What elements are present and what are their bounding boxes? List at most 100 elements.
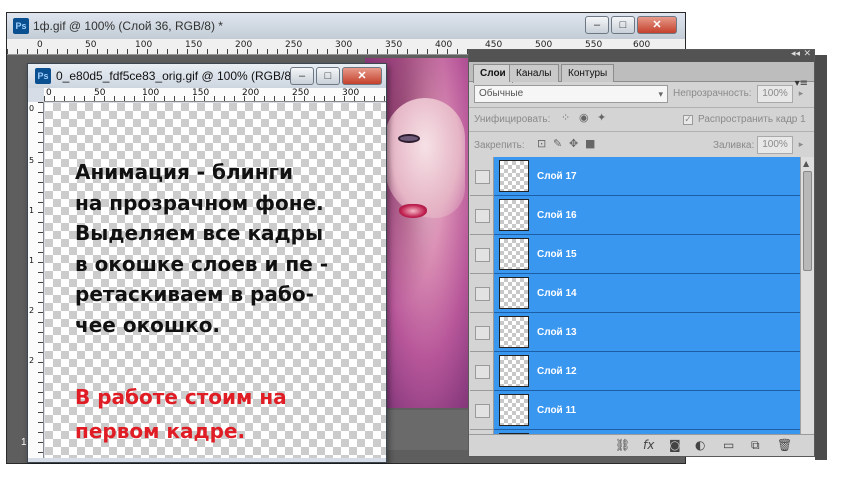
layers-panel-footer: ⛓ fx ◙ ◐ ▭ ⧉ 🗑 <box>469 434 814 456</box>
minimize-button[interactable]: ‒ <box>290 67 314 85</box>
ruler-mark: 0 <box>29 104 35 113</box>
torn-edge-bottom <box>0 464 851 481</box>
layer-row[interactable]: Слой 12 <box>470 352 800 391</box>
maximize-button[interactable]: □ <box>316 67 340 85</box>
torn-edge-right <box>827 40 851 481</box>
layer-row[interactable]: Слой 14 <box>470 274 800 313</box>
layer-row[interactable]: Слой 13 <box>470 313 800 352</box>
tab-layers[interactable]: Слои <box>473 64 513 83</box>
visibility-toggle[interactable] <box>470 196 494 235</box>
layer-thumbnail <box>499 394 529 426</box>
fill-input[interactable]: 100% <box>757 136 793 154</box>
visibility-toggle[interactable] <box>470 391 494 430</box>
lips <box>399 204 427 218</box>
mask-icon[interactable]: ◙ <box>669 438 681 452</box>
new-layer-icon[interactable]: ⧉ <box>751 438 760 453</box>
ruler-mark: 1 <box>29 206 35 215</box>
maximize-button[interactable]: □ <box>611 16 635 34</box>
unify-label: Унифицировать: <box>474 114 551 125</box>
scroll-thumb[interactable] <box>803 171 812 271</box>
annotation-red-line: первом кадре. <box>75 419 246 443</box>
visibility-toggle[interactable] <box>470 352 494 391</box>
background-window-title: 1ф.gif @ 100% (Слой 36, RGB/8) * <box>33 19 223 33</box>
ps-app-icon: Ps <box>13 18 29 34</box>
annotation-line: в окошке слоев и пе - <box>75 251 329 276</box>
fx-icon[interactable]: fx <box>643 438 654 452</box>
trash-icon[interactable]: 🗑 <box>777 438 792 452</box>
layers-panel: ◂◂ ✕ Слои Каналы Контуры ▾≡ Обычные ▾ Не… <box>468 49 815 457</box>
layer-thumbnail <box>499 160 529 192</box>
unify-position-icon[interactable]: ⁘ <box>561 111 570 124</box>
fill-arrow-icon[interactable]: ▸ <box>795 136 807 154</box>
chevron-down-icon: ▾ <box>658 89 663 99</box>
annotation-text: Анимация - блинги на прозрачном фоне. Вы… <box>75 157 375 341</box>
layer-thumbnail <box>499 316 529 348</box>
link-icon[interactable]: ⛓ <box>615 438 630 452</box>
opacity-input[interactable]: 100% <box>757 85 793 103</box>
scroll-up-icon[interactable]: ▲ <box>803 159 809 168</box>
layer-row[interactable]: Слой 11 <box>470 391 800 430</box>
annotation-line: чее окошко. <box>75 312 221 337</box>
background-window-titlebar[interactable]: Ps 1ф.gif @ 100% (Слой 36, RGB/8) * ‒ □ … <box>7 13 685 39</box>
layer-name: Слой 12 <box>537 366 577 377</box>
visibility-toggle[interactable] <box>470 235 494 274</box>
screenshot: Ps 1ф.gif @ 100% (Слой 36, RGB/8) * ‒ □ … <box>0 0 851 481</box>
document-window-controls: ‒ □ ✕ <box>290 67 382 85</box>
minimize-button[interactable]: ‒ <box>585 16 609 34</box>
ruler-vertical: 0 5 1 1 2 2 <box>28 102 44 458</box>
unify-visibility-icon[interactable]: ◉ <box>579 111 589 124</box>
document-titlebar[interactable]: Ps 0_e80d5_fdf5ce83_orig.gif @ 100% (RGB… <box>28 64 386 88</box>
visibility-toggle[interactable] <box>470 157 494 196</box>
layer-row[interactable]: Слой 16 <box>470 196 800 235</box>
tab-channels[interactable]: Каналы <box>509 64 559 82</box>
adjustment-icon[interactable]: ◐ <box>695 438 705 452</box>
ruler-mark: 5 <box>29 156 35 165</box>
layer-name: Слой 15 <box>537 249 577 260</box>
layer-row[interactable]: Слой 17 <box>470 157 800 196</box>
opacity-label: Непрозрачность: <box>673 88 752 99</box>
ruler-horizontal: 0 50 100 150 200 250 300 <box>44 88 386 102</box>
annotation-highlight: В работе стоим на первом кадре. <box>75 380 287 448</box>
panel-dock-strip <box>815 55 827 460</box>
layer-thumbnail <box>499 199 529 231</box>
annotation-line: на прозрачном фоне. <box>75 190 324 215</box>
layer-thumbnail <box>499 238 529 270</box>
lock-label: Закрепить: <box>474 140 525 151</box>
panel-header-strip: ◂◂ ✕ <box>469 49 814 62</box>
lock-pixels-icon[interactable]: ✎ <box>553 137 562 150</box>
layers-list: Слой 17 Слой 16 Слой 15 Слой 14 Слой 13 <box>470 157 800 435</box>
unify-style-icon[interactable]: ✦ <box>597 111 606 124</box>
annotation-red-line: В работе стоим на <box>75 385 287 409</box>
ruler-mark: 1 <box>29 256 35 265</box>
group-icon[interactable]: ▭ <box>723 438 734 452</box>
propagate-checkbox[interactable]: ✓ <box>683 115 693 125</box>
visibility-toggle[interactable] <box>470 313 494 352</box>
panel-tabs: Слои Каналы Контуры ▾≡ <box>469 62 814 89</box>
close-panel-icon[interactable]: ✕ <box>803 49 811 59</box>
layer-name: Слой 13 <box>537 327 577 338</box>
lock-position-icon[interactable]: ✥ <box>569 137 578 150</box>
lock-all-icon[interactable]: ■ <box>585 137 595 150</box>
lock-transparency-icon[interactable]: ⊡ <box>537 137 546 150</box>
ruler-mark: 2 <box>29 356 35 365</box>
layer-row[interactable]: Слой 15 <box>470 235 800 274</box>
annotation-line: ретаскиваем в рабо- <box>75 282 314 307</box>
collapse-icon[interactable]: ◂◂ <box>791 49 800 59</box>
visibility-toggle[interactable] <box>470 274 494 313</box>
layer-thumbnail <box>499 355 529 387</box>
layer-name: Слой 16 <box>537 210 577 221</box>
annotation-line: Выделяем все кадры <box>75 221 324 246</box>
close-button[interactable]: ✕ <box>342 67 382 85</box>
layers-scrollbar[interactable]: ▲ <box>800 157 814 435</box>
tab-paths[interactable]: Контуры <box>561 64 615 82</box>
layer-name: Слой 14 <box>537 288 577 299</box>
fill-label: Заливка: <box>713 140 755 151</box>
blend-mode-select[interactable]: Обычные ▾ <box>474 85 668 103</box>
ps-document-icon: Ps <box>35 68 51 84</box>
layer-name: Слой 17 <box>537 171 577 182</box>
close-button[interactable]: ✕ <box>637 16 677 34</box>
annotation-line: Анимация - блинги <box>75 160 293 184</box>
blend-mode-value: Обычные <box>479 88 524 99</box>
background-window-controls: ‒ □ ✕ <box>585 16 677 34</box>
opacity-arrow-icon[interactable]: ▸ <box>795 85 807 103</box>
